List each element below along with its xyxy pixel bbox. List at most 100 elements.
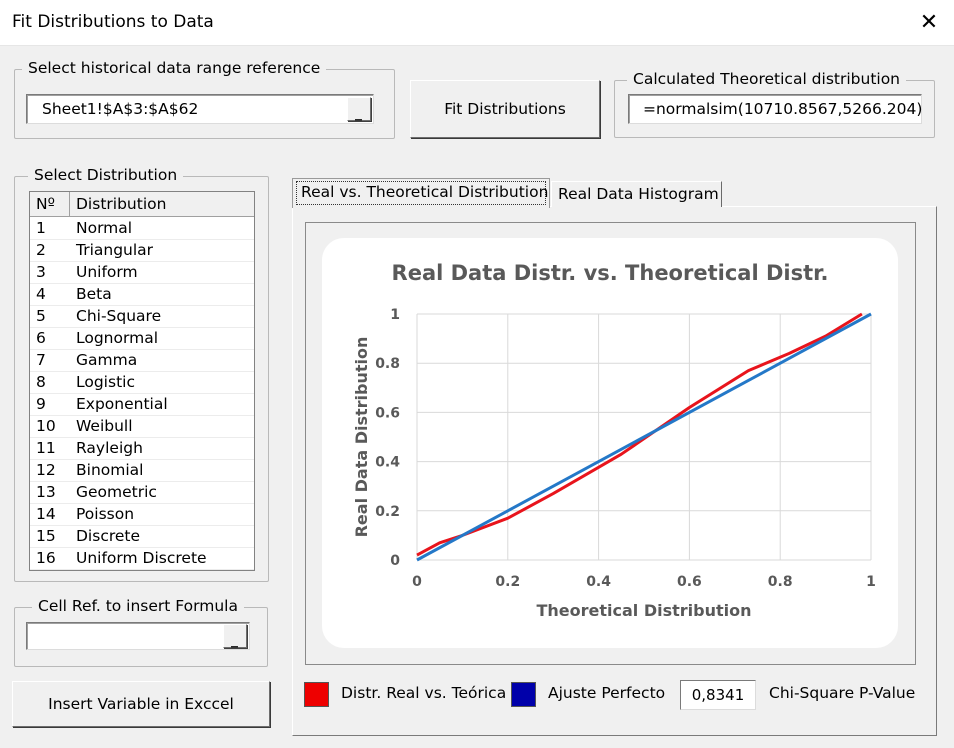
list-item[interactable]: 12 Binomial xyxy=(30,460,254,482)
list-item-name: Lognormal xyxy=(76,329,158,347)
collapse-icon: _ xyxy=(231,632,238,648)
list-item[interactable]: 13 Geometric xyxy=(30,482,254,504)
y-tick-label: 0.4 xyxy=(375,455,400,471)
list-item[interactable]: 14 Poisson xyxy=(30,504,254,526)
chart-area: Real Data Distr. vs. Theoretical Distr. 0… xyxy=(322,238,898,648)
list-item-number: 8 xyxy=(36,373,46,391)
list-item[interactable]: 7 Gamma xyxy=(30,350,254,372)
theoretical-formula-field[interactable]: =normalsim(10710.8567,5266.204) xyxy=(628,94,922,124)
fit-distributions-button[interactable]: Fit Distributions xyxy=(410,80,600,138)
range-group-label: Select historical data range reference xyxy=(22,59,327,77)
y-tick-label: 0.8 xyxy=(375,356,400,372)
tab-real-data-histogram[interactable]: Real Data Histogram xyxy=(551,181,722,207)
line-chart: Real Data Distr. vs. Theoretical Distr. 0… xyxy=(352,261,876,620)
list-item-number: 6 xyxy=(36,329,46,347)
close-icon[interactable]: ✕ xyxy=(912,6,946,40)
insert-variable-button[interactable]: Insert Variable in Exccel xyxy=(12,681,270,727)
list-item-number: 9 xyxy=(36,395,46,413)
list-item-name: Exponential xyxy=(76,395,168,413)
list-item-name: Uniform Discrete xyxy=(76,549,207,567)
list-item-number: 2 xyxy=(36,241,46,259)
tab-label: Real vs. Theoretical Distribution xyxy=(301,183,549,201)
list-item-name: Beta xyxy=(76,285,112,303)
collapse-icon: _ xyxy=(355,105,362,121)
distribution-group-label: Select Distribution xyxy=(28,166,184,184)
y-tick-label: 0.6 xyxy=(375,405,400,421)
pvalue-field[interactable]: 0,8341 xyxy=(680,680,756,710)
list-item-name: Chi-Square xyxy=(76,307,162,325)
list-item-number: 10 xyxy=(36,417,56,435)
list-item[interactable]: 6 Lognormal xyxy=(30,328,254,350)
x-tick-label: 1 xyxy=(866,574,876,590)
list-item-number: 5 xyxy=(36,307,46,325)
tab-label: Real Data Histogram xyxy=(558,185,719,203)
cell-picker-button[interactable]: _ xyxy=(223,624,247,648)
legend-label-real: Distr. Real vs. Teórica xyxy=(341,684,507,702)
y-tick-label: 1 xyxy=(390,307,400,323)
list-item-name: Binomial xyxy=(76,461,144,479)
tab-real-vs-theoretical[interactable]: Real vs. Theoretical Distribution xyxy=(292,178,550,208)
list-item-number: 16 xyxy=(36,549,56,567)
x-tick-label: 0.2 xyxy=(495,574,520,590)
x-tick-label: 0.8 xyxy=(768,574,793,590)
list-item[interactable]: 4 Beta xyxy=(30,284,254,306)
list-item-number: 7 xyxy=(36,351,46,369)
list-item-name: Normal xyxy=(76,219,133,237)
x-tick-label: 0 xyxy=(412,574,422,590)
list-item-number: 15 xyxy=(36,527,56,545)
chart-title: Real Data Distr. vs. Theoretical Distr. xyxy=(392,261,829,285)
list-item[interactable]: 15 Discrete xyxy=(30,526,254,548)
series-line-real xyxy=(416,312,863,557)
pvalue-label: Chi-Square P-Value xyxy=(769,684,916,702)
list-item-name: Geometric xyxy=(76,483,157,501)
column-divider xyxy=(69,192,70,217)
y-axis-label: Real Data Distribution xyxy=(352,337,371,538)
list-item-number: 13 xyxy=(36,483,56,501)
list-item-number: 14 xyxy=(36,505,56,523)
range-input-value: Sheet1!$A$3:$A$62 xyxy=(42,100,199,118)
list-item[interactable]: 1 Normal xyxy=(30,218,254,240)
theoretical-group-label: Calculated Theoretical distribution xyxy=(627,70,907,88)
range-picker-button[interactable]: _ xyxy=(347,97,371,121)
list-item[interactable]: 8 Logistic xyxy=(30,372,254,394)
list-item-name: Uniform xyxy=(76,263,138,281)
legend-swatch-perfect xyxy=(511,682,536,707)
list-item[interactable]: 2 Triangular xyxy=(30,240,254,262)
x-axis-label: Theoretical Distribution xyxy=(536,601,751,620)
cell-ref-input[interactable]: _ xyxy=(26,622,250,650)
cell-ref-group-label: Cell Ref. to insert Formula xyxy=(32,597,244,615)
list-header: Nº Distribution xyxy=(30,192,254,217)
title-bar: Fit Distributions to Data ✕ xyxy=(0,0,954,46)
theoretical-formula-value: =normalsim(10710.8567,5266.204) xyxy=(643,100,923,118)
x-tick-label: 0.4 xyxy=(586,574,611,590)
legend-label-perfect: Ajuste Perfecto xyxy=(548,684,666,702)
legend-swatch-real xyxy=(304,682,329,707)
list-item-number: 11 xyxy=(36,439,56,457)
y-tick-label: 0 xyxy=(390,553,400,569)
list-item-name: Weibull xyxy=(76,417,133,435)
list-item-name: Poisson xyxy=(76,505,135,523)
y-tick-label: 0.2 xyxy=(375,504,400,520)
x-tick-label: 0.6 xyxy=(677,574,702,590)
list-item-name: Discrete xyxy=(76,527,141,545)
list-item[interactable]: 16 Uniform Discrete xyxy=(30,548,254,570)
list-item-number: 1 xyxy=(36,219,46,237)
list-item[interactable]: 10 Weibull xyxy=(30,416,254,438)
list-item[interactable]: 11 Rayleigh xyxy=(30,438,254,460)
window-title: Fit Distributions to Data xyxy=(12,12,214,32)
list-item-number: 3 xyxy=(36,263,46,281)
list-item[interactable]: 9 Exponential xyxy=(30,394,254,416)
distribution-list[interactable]: Nº Distribution 1 Normal 2 Triangular 3 Unifo… xyxy=(29,191,255,571)
column-distribution-header: Distribution xyxy=(76,195,167,213)
list-item-name: Triangular xyxy=(76,241,154,259)
list-item-number: 12 xyxy=(36,461,56,479)
column-number-header: Nº xyxy=(36,195,55,213)
range-input[interactable]: Sheet1!$A$3:$A$62 _ xyxy=(26,94,374,124)
list-item-name: Logistic xyxy=(76,373,135,391)
list-item-name: Gamma xyxy=(76,351,138,369)
list-item-number: 4 xyxy=(36,285,46,303)
list-item[interactable]: 5 Chi-Square xyxy=(30,306,254,328)
list-item[interactable]: 3 Uniform xyxy=(30,262,254,284)
series-line-perfect xyxy=(416,312,872,562)
list-item-name: Rayleigh xyxy=(76,439,143,457)
